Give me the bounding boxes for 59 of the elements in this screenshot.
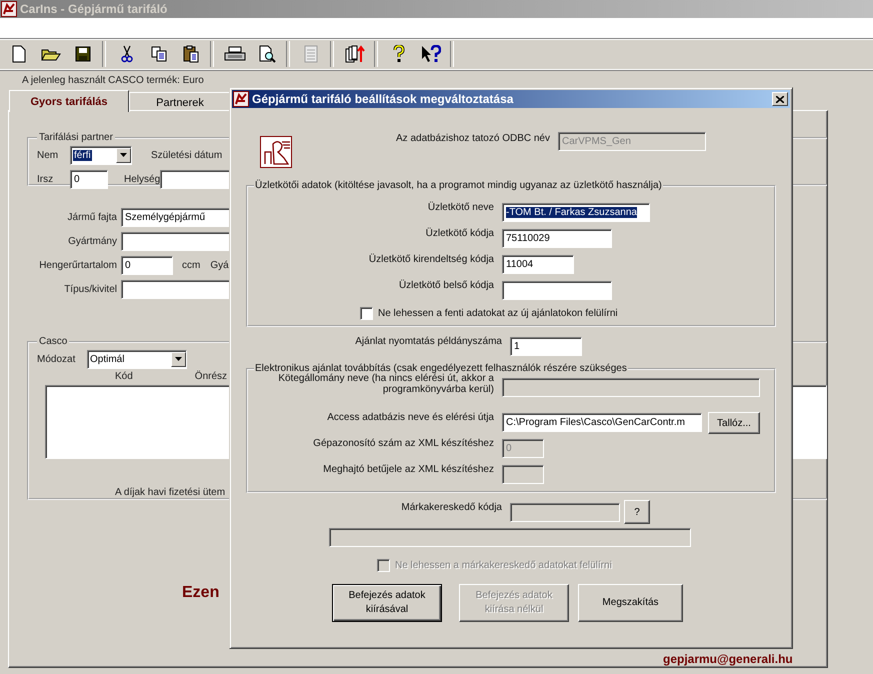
banner-text: Ezen [182,584,220,602]
engine-field[interactable]: 0 [121,256,173,275]
dialog-button[interactable]: Megszakítás [578,584,683,622]
field-label: Üzletkötő neve [426,202,495,213]
field-label: Módozat [37,354,76,364]
input-field[interactable]: 11004 [502,255,574,274]
payment-note: A díjak havi fizetési ütem [115,487,226,498]
field-label: Gyá [210,260,229,271]
app-logo-icon [1,1,17,17]
field-label: Típus/kivitel [63,284,118,295]
input-field[interactable]: C:\Program Files\Casco\GenCarContr.m [502,413,702,432]
field-label: Márkakereskedő kódja [400,502,503,513]
tab[interactable]: Gyors tarifálás [9,90,129,112]
input-field[interactable]: -TOM Bt. / Farkas Zsuzsanna [502,203,650,222]
app-logo-icon [233,91,249,107]
field-label: Jármű fajta [66,212,118,223]
field-label: Hengerűrtartalom [38,260,118,271]
gender-dropdown[interactable]: férfi [70,146,132,164]
field-label: Üzletkötő kirendeltség kódja [368,254,495,265]
field-label: Nem [37,150,60,160]
checkbox[interactable] [360,306,373,320]
group-title: Casco [38,336,68,347]
dialog-button[interactable]: Befejezés adatok kiírásával [332,584,442,622]
field-label: Üzletkötő kódja [424,228,495,239]
field-label: Helység [124,174,160,184]
group-title: Elektronikus ajánlat továbbítás (csak engedélyezett felhasználók részére szükséges [254,363,628,374]
dropdown-arrow-icon [175,357,182,361]
field-label: Ajánlat nyomtatás példányszáma [354,336,503,347]
checkbox-label: Ne lehessen a fenti adatokat az új ajánlatokon felülírni [378,308,618,318]
copies-field[interactable]: 1 [510,337,582,356]
tab[interactable]: Partnerek [129,92,231,112]
field-label: Gépazonosító szám az XML készítéshez [312,438,495,449]
email-text: gepjarmu@generali.hu [663,652,793,666]
field-label: Access adatbázis neve és elérési útja [326,412,495,423]
field-label: Irsz [37,174,54,184]
field-label: Üzletkötő belső kódja [398,280,495,291]
group-title: Tarifálási partner [38,132,114,143]
checkbox-label: Ne lehessen a márkakereskedő adatokat felülírni [395,560,612,570]
plan-dropdown[interactable]: Optimál [87,350,187,368]
column-header: Kód [115,371,133,384]
close-icon [776,96,784,102]
group-title: Üzletkötői adatok (kitöltése javasolt, ha a programot mindig ugyanaz az üzletkötő használja) [254,180,663,191]
dropdown-arrow-icon [120,153,127,157]
field-label: Az adatbázishoz tatozó ODBC név [395,133,551,144]
close-button[interactable] [772,92,788,106]
field-label: Kötegállomány neve (ha nincs elérési út, akkor a programkönyvárba kerül) [277,373,495,395]
field-label: Meghajtó betűjele az XML készítéshez [322,464,495,475]
browse-button[interactable]: Tallóz... [708,412,760,434]
product-label: A jelenleg használt CASCO termék: Euro [22,75,205,88]
zip-field[interactable]: 0 [70,170,108,188]
logo-icon [260,136,292,168]
field-label: Születési dátum [151,150,222,160]
input-field[interactable]: 75110029 [502,229,612,248]
dialog-title: Gépjármű tarifáló beállítások megváltoztatása [252,92,514,106]
unit-label: ccm [182,260,200,271]
window-title: CarIns - Gépjármű tarifáló [20,2,168,16]
input-field[interactable] [502,281,612,300]
field-label: Gyártmány [67,236,118,247]
column-header: Önrész [194,371,228,384]
